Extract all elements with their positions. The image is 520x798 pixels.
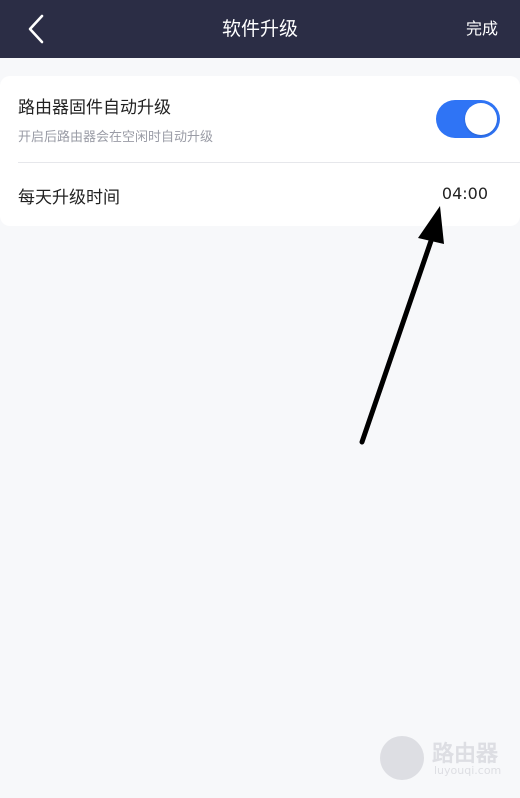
done-button[interactable]: 完成 [466,0,498,58]
toggle-knob [465,103,497,135]
auto-upgrade-title: 路由器固件自动升级 [18,98,171,118]
daily-upgrade-time-label: 每天升级时间 [18,188,120,208]
daily-upgrade-time-row[interactable]: 每天升级时间 04:00 [0,163,520,226]
page-title: 软件升级 [221,18,298,40]
auto-upgrade-toggle[interactable] [436,100,500,138]
auto-upgrade-description: 开启后路由器会在空闲时自动升级 [18,130,214,145]
daily-upgrade-time-value: 04:00 [441,184,488,203]
router-logo-icon [380,736,424,780]
watermark-subtitle: luyouqi.com [434,764,502,777]
upgrade-settings-card: 路由器固件自动升级 开启后路由器会在空闲时自动升级 每天升级时间 04:00 [0,76,520,226]
chevron-left-icon [28,14,44,44]
navigation-bar: 软件升级 完成 [0,0,520,58]
watermark: 路由器 luyouqi.com [378,734,508,782]
back-button[interactable] [18,10,54,48]
